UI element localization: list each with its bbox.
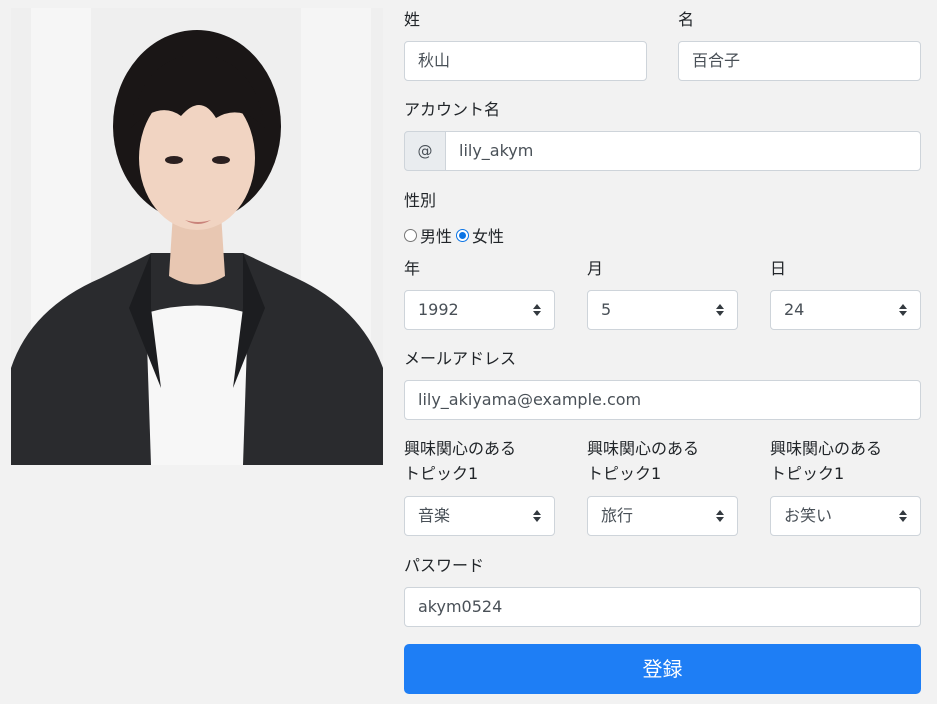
day-select[interactable]: 24 xyxy=(770,290,921,330)
topic-1-select[interactable]: 音楽 xyxy=(404,496,555,536)
account-name-label: アカウント名 xyxy=(404,100,501,119)
topic-2-label-line1: 興味関心のある xyxy=(587,439,700,458)
password-input[interactable]: akym0524 xyxy=(404,587,921,627)
topic-1-label-line2: トピック1 xyxy=(404,464,479,483)
year-select-value: 1992 xyxy=(418,300,459,319)
topic-1-label-line1: 興味関心のある xyxy=(404,439,517,458)
month-select-value: 5 xyxy=(601,300,612,319)
gender-radio-group: 男性 女性 xyxy=(404,224,508,246)
topic-3-select-value: お笑い xyxy=(784,506,833,525)
day-label: 日 xyxy=(770,259,787,278)
select-caret-icon xyxy=(533,510,541,522)
email-input[interactable]: lily_akiyama@example.com xyxy=(404,380,921,420)
register-button[interactable]: 登録 xyxy=(404,644,921,694)
registration-form: 姓 秋山 名 百合子 アカウント名 @ lily_akym 性別 男性 女性 年… xyxy=(404,0,921,704)
email-label: メールアドレス xyxy=(404,349,517,368)
account-at-prefix: @ xyxy=(404,131,446,171)
gender-male-label[interactable]: 男性 xyxy=(420,223,452,247)
gender-label: 性別 xyxy=(404,191,437,210)
topic-1-select-value: 音楽 xyxy=(418,506,451,525)
account-name-input[interactable]: lily_akym xyxy=(445,131,921,171)
gender-female-label[interactable]: 女性 xyxy=(472,223,504,247)
last-name-input[interactable]: 秋山 xyxy=(404,41,647,81)
topic-2-select-value: 旅行 xyxy=(601,506,634,525)
topic-2-select[interactable]: 旅行 xyxy=(587,496,738,536)
topic-3-label-line2: トピック1 xyxy=(770,464,845,483)
month-select[interactable]: 5 xyxy=(587,290,738,330)
gender-male-radio[interactable] xyxy=(404,228,417,242)
select-caret-icon xyxy=(716,510,724,522)
first-name-label: 名 xyxy=(678,10,695,29)
day-select-value: 24 xyxy=(784,300,805,319)
topic-3-select[interactable]: お笑い xyxy=(770,496,921,536)
select-caret-icon xyxy=(899,510,907,522)
select-caret-icon xyxy=(899,304,907,316)
select-caret-icon xyxy=(716,304,724,316)
topic-3-label-line1: 興味関心のある xyxy=(770,439,883,458)
year-label: 年 xyxy=(404,259,421,278)
profile-photo xyxy=(11,8,383,465)
year-select[interactable]: 1992 xyxy=(404,290,555,330)
password-label: パスワード xyxy=(404,556,485,575)
last-name-label: 姓 xyxy=(404,10,421,29)
topic-2-label-line2: トピック1 xyxy=(587,464,662,483)
gender-female-radio[interactable] xyxy=(456,228,470,242)
select-caret-icon xyxy=(533,304,541,316)
first-name-input[interactable]: 百合子 xyxy=(678,41,921,81)
month-label: 月 xyxy=(587,259,604,278)
